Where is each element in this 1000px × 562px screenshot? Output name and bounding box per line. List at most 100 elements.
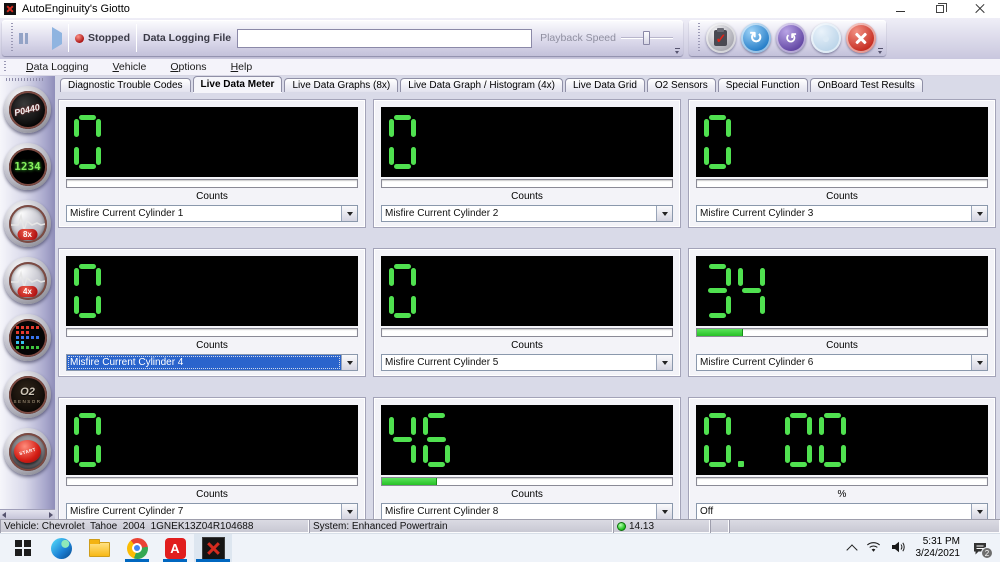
pid-combobox[interactable]: Misfire Current Cylinder 8 xyxy=(381,503,673,520)
taskbar-clock[interactable]: 5:31 PM 3/24/2021 xyxy=(916,536,961,560)
menubar-drag-handle[interactable] xyxy=(3,61,8,73)
menu-data-logging[interactable]: Data Logging xyxy=(14,61,100,73)
sidebar-item-data-grid[interactable] xyxy=(4,314,51,361)
tab-diagnostic-trouble-codes[interactable]: Diagnostic Trouble Codes xyxy=(60,78,191,92)
pid-combobox-value[interactable]: Misfire Current Cylinder 2 xyxy=(382,206,656,221)
taskbar-chrome-button[interactable] xyxy=(118,534,156,562)
unit-label: Counts xyxy=(381,191,673,203)
combobox-dropdown-button[interactable] xyxy=(656,206,672,221)
combobox-dropdown-button[interactable] xyxy=(341,504,357,519)
taskbar-giotto-button[interactable] xyxy=(194,534,232,562)
restore-button[interactable] xyxy=(920,0,960,18)
pid-combobox[interactable]: Misfire Current Cylinder 3 xyxy=(696,205,988,222)
meter-bar xyxy=(696,328,988,337)
scroll-right-icon[interactable] xyxy=(49,512,53,518)
clipboard-check-icon xyxy=(714,30,727,46)
menu-help[interactable]: Help xyxy=(219,61,265,73)
combobox-dropdown-button[interactable] xyxy=(971,355,987,370)
sidebar-item-trouble-codes[interactable]: P0440 xyxy=(4,86,51,133)
voltage-value: 14.13 xyxy=(629,521,654,532)
check-vehicle-button[interactable] xyxy=(706,23,736,53)
pid-combobox[interactable]: Misfire Current Cylinder 1 xyxy=(66,205,358,222)
wifi-icon[interactable] xyxy=(866,541,881,556)
start-button[interactable] xyxy=(4,534,42,562)
combobox-dropdown-button[interactable] xyxy=(971,504,987,519)
tab-onboard-test-results[interactable]: OnBoard Test Results xyxy=(810,78,923,92)
logging-status-label: Stopped xyxy=(88,32,130,44)
chevron-down-icon xyxy=(662,510,668,514)
clock-time: 5:31 PM xyxy=(923,536,960,548)
refresh-button[interactable]: ↻ xyxy=(741,23,771,53)
pid-combobox-value[interactable]: Off xyxy=(697,504,971,519)
pid-combobox[interactable]: Misfire Current Cylinder 5 xyxy=(381,354,673,371)
window-title: AutoEnginuity's Giotto xyxy=(22,3,130,15)
pid-combobox-value[interactable]: Misfire Current Cylinder 7 xyxy=(67,504,341,519)
combobox-dropdown-button[interactable] xyxy=(656,355,672,370)
minimize-button[interactable] xyxy=(880,0,920,18)
combobox-dropdown-button[interactable] xyxy=(971,206,987,221)
pid-combobox[interactable]: Off xyxy=(696,503,988,520)
sidebar-item-histogram-4x[interactable]: 4x xyxy=(4,257,51,304)
pid-combobox[interactable]: Misfire Current Cylinder 6 xyxy=(696,354,988,371)
tab-live-data-grid[interactable]: Live Data Grid xyxy=(565,78,645,92)
ecu-reload-button[interactable]: ↺ xyxy=(776,23,806,53)
data-logging-file-input[interactable] xyxy=(237,29,532,48)
pid-combobox-value[interactable]: Misfire Current Cylinder 4 xyxy=(67,355,341,370)
sidebar-item-o2-sensors[interactable]: O2 SENSOR xyxy=(4,371,51,418)
toolbar-overflow-icon[interactable] xyxy=(877,48,884,55)
meter-bar xyxy=(66,179,358,188)
pause-icon xyxy=(19,33,28,44)
pid-combobox-value[interactable]: Misfire Current Cylinder 6 xyxy=(697,355,971,370)
tab-live-data-graphs-8x[interactable]: Live Data Graphs (8x) xyxy=(284,78,398,92)
tray-chevron-up-icon[interactable] xyxy=(846,544,857,555)
taskbar-acrobat-button[interactable]: A xyxy=(156,534,194,562)
pid-combobox[interactable]: Misfire Current Cylinder 7 xyxy=(66,503,358,520)
toolbar-overflow-icon[interactable] xyxy=(674,48,681,55)
taskbar: A 5:31 PM 3/24/2021 2 xyxy=(0,533,1000,562)
combobox-dropdown-button[interactable] xyxy=(341,206,357,221)
toolbar-drag-handle[interactable] xyxy=(697,23,702,53)
combobox-dropdown-button[interactable] xyxy=(341,355,357,370)
speaker-icon[interactable] xyxy=(891,541,906,556)
data-grid-icon xyxy=(9,319,47,357)
sidebar-item-graphs-8x[interactable]: 8x xyxy=(4,200,51,247)
play-button[interactable] xyxy=(52,33,62,44)
close-icon xyxy=(975,4,985,14)
slider-thumb[interactable] xyxy=(643,31,650,45)
close-button[interactable] xyxy=(960,0,1000,18)
o2-sensor-icon: O2 SENSOR xyxy=(9,376,47,414)
menu-vehicle[interactable]: Vehicle xyxy=(100,61,158,73)
sidebar-scrollbar[interactable] xyxy=(0,509,55,519)
taskbar-explorer-button[interactable] xyxy=(80,534,118,562)
combobox-dropdown-button[interactable] xyxy=(656,504,672,519)
tab-live-data-graph-histogram-4x[interactable]: Live Data Graph / Histogram (4x) xyxy=(400,78,563,92)
pid-combobox-value[interactable]: Misfire Current Cylinder 1 xyxy=(67,206,341,221)
pause-button[interactable] xyxy=(19,33,28,44)
taskbar-edge-button[interactable] xyxy=(42,534,80,562)
meter-panel: Counts Misfire Current Cylinder 5 xyxy=(373,248,681,377)
tab-live-data-meter[interactable]: Live Data Meter xyxy=(193,76,283,92)
menu-options[interactable]: Options xyxy=(158,61,218,73)
connect-button-disabled: ● xyxy=(811,23,841,53)
pid-combobox-selected[interactable]: Misfire Current Cylinder 4 xyxy=(66,354,358,371)
connection-buttons: ↻ ↺ ● xyxy=(706,23,876,53)
sidebar-item-special-function[interactable]: START xyxy=(4,428,51,475)
disconnect-button[interactable] xyxy=(846,23,876,53)
meter-panel: % Off xyxy=(688,397,996,526)
pid-combobox[interactable]: Misfire Current Cylinder 2 xyxy=(381,205,673,222)
pid-combobox-value[interactable]: Misfire Current Cylinder 8 xyxy=(382,504,656,519)
restore-icon xyxy=(936,5,944,13)
notification-center-button[interactable]: 2 xyxy=(970,538,990,558)
tab-special-function[interactable]: Special Function xyxy=(718,78,808,92)
pid-combobox-value[interactable]: Misfire Current Cylinder 3 xyxy=(697,206,971,221)
content-area: Diagnostic Trouble Codes Live Data Meter… xyxy=(55,76,1000,519)
status-spacer xyxy=(729,519,1000,533)
sidebar-item-live-data-meter[interactable]: 1234 xyxy=(4,143,51,190)
scroll-left-icon[interactable] xyxy=(2,512,6,518)
pid-combobox-value[interactable]: Misfire Current Cylinder 5 xyxy=(382,355,656,370)
unit-label: Counts xyxy=(696,191,988,203)
playback-speed-slider[interactable] xyxy=(621,30,673,46)
toolbar-drag-handle[interactable] xyxy=(10,23,15,53)
tab-o2-sensors[interactable]: O2 Sensors xyxy=(647,78,716,92)
chevron-down-icon xyxy=(662,361,668,365)
